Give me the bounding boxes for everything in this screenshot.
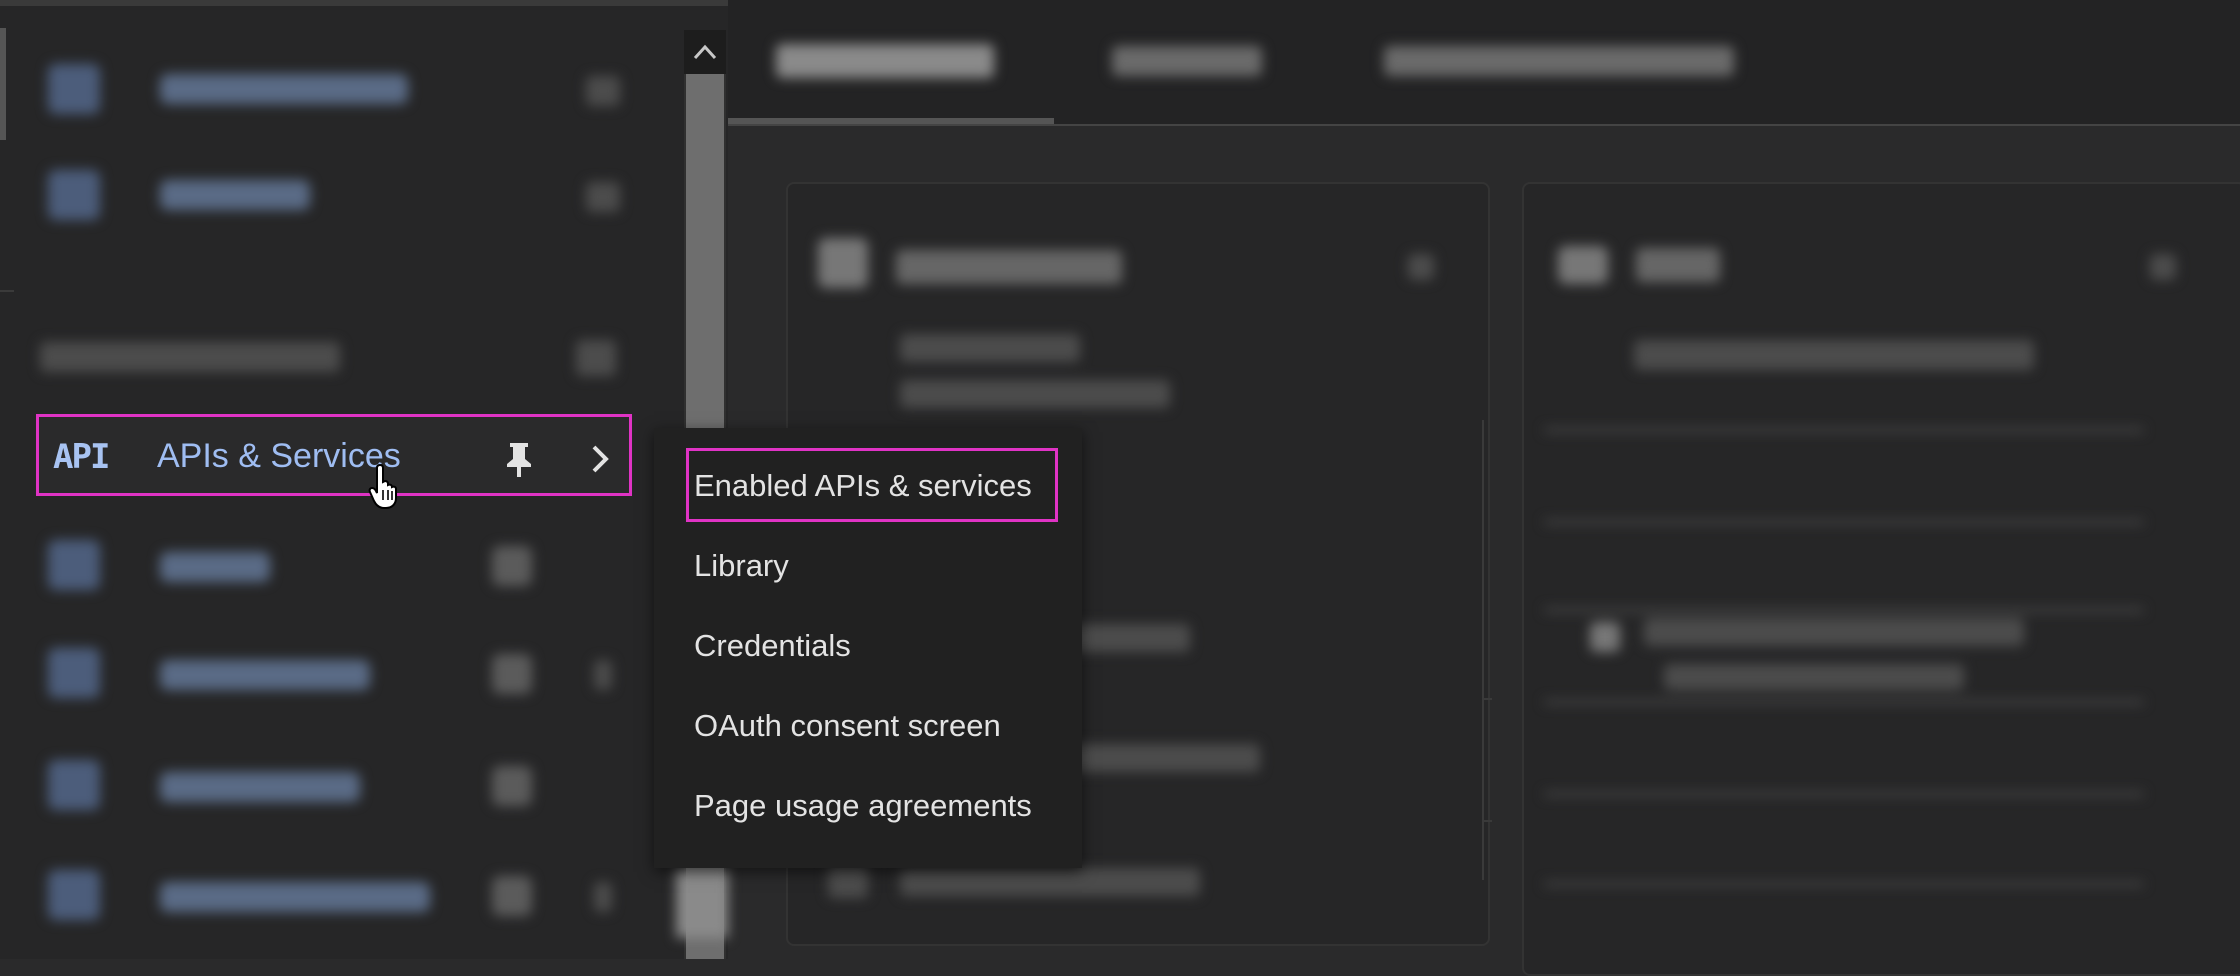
submenu-item-page-usage[interactable]: Page usage agreements (694, 788, 1032, 824)
apis-card (1522, 182, 2240, 976)
submenu-item-credentials[interactable]: Credentials (694, 628, 851, 664)
sidebar-section-edit (576, 340, 616, 376)
settings-link[interactable] (900, 868, 1200, 896)
sidebar-item-icon (48, 648, 100, 698)
project-info-title (896, 250, 1122, 284)
tab-activity[interactable] (1112, 46, 1262, 76)
sidebar-item-chevron (594, 882, 612, 912)
chevron-right-icon[interactable] (587, 439, 615, 479)
sidebar-item-icon (48, 170, 100, 220)
hand-cursor-icon (368, 462, 404, 510)
chart-gridline (1544, 882, 2144, 886)
apis-icon (1558, 246, 1608, 284)
sidebar-item-pin (492, 876, 532, 916)
submenu-item-oauth-consent[interactable]: OAuth consent screen (694, 708, 1001, 744)
tab-dashboard[interactable] (776, 44, 994, 78)
sidebar-item-apis-services[interactable]: API APIs & Services (36, 414, 632, 496)
apis-services-submenu: Enabled APIs & services Library Credenti… (654, 428, 1082, 868)
no-data-message (1644, 618, 2024, 646)
sidebar-active-indicator (0, 28, 6, 140)
project-info-icon (818, 238, 868, 288)
sidebar-item-pin (586, 182, 620, 212)
sidebar-top-border (0, 0, 728, 6)
sidebar-section-header (40, 342, 340, 372)
apis-title (1636, 248, 1720, 282)
card-inner-divider (1482, 420, 1484, 880)
sidebar-item-chevron (594, 660, 612, 690)
settings-icon[interactable] (828, 864, 868, 898)
project-info-menu-icon[interactable] (1408, 254, 1434, 280)
pin-icon[interactable] (501, 439, 537, 479)
apis-subtitle (1634, 340, 2034, 370)
apis-menu-icon[interactable] (2150, 254, 2176, 280)
sidebar-section-divider (0, 290, 14, 292)
api-icon: API (53, 437, 110, 477)
sidebar-item-label (160, 552, 270, 582)
chart-gridline (1544, 792, 2144, 796)
sidebar-item-pin (492, 546, 532, 586)
sidebar-item-label (160, 180, 310, 210)
project-name-value (900, 380, 1170, 408)
chart-gridline (1544, 520, 2144, 524)
tab-recommendations[interactable] (1384, 46, 1734, 76)
chart-gridline (1544, 700, 2144, 704)
sidebar-item-label (160, 772, 360, 802)
card-row-divider (1482, 698, 1492, 700)
tabs-bar (728, 0, 2240, 124)
scroll-up-icon[interactable] (684, 30, 726, 74)
sidebar-item-label (160, 882, 430, 912)
submenu-item-enabled-apis[interactable]: Enabled APIs & services (694, 468, 1032, 504)
submenu-item-library[interactable]: Library (694, 548, 789, 584)
sidebar-item-icon (48, 870, 100, 920)
sidebar-item-icon (48, 540, 100, 590)
sidebar-item-pin (492, 766, 532, 806)
sidebar-item-label (160, 74, 408, 104)
sidebar-item-pin (586, 76, 620, 106)
card-row-divider (1482, 820, 1492, 822)
sidebar-item-icon (48, 760, 100, 810)
sidebar-item-icon (48, 64, 100, 114)
scrollbar-thumb[interactable] (676, 868, 728, 938)
chart-gridline (1544, 428, 2144, 432)
project-name-label (900, 334, 1080, 362)
sidebar-item-label (160, 660, 370, 690)
sidebar-item-label: APIs & Services (157, 437, 401, 475)
sidebar-item-pin (492, 654, 532, 694)
info-icon (1590, 622, 1620, 652)
sidebar: API APIs & Services (0, 0, 728, 959)
tabs-divider (728, 124, 2240, 126)
chart-gridline (1544, 608, 2144, 612)
tab-active-indicator (728, 118, 1054, 124)
no-data-message-line2 (1664, 664, 1964, 690)
